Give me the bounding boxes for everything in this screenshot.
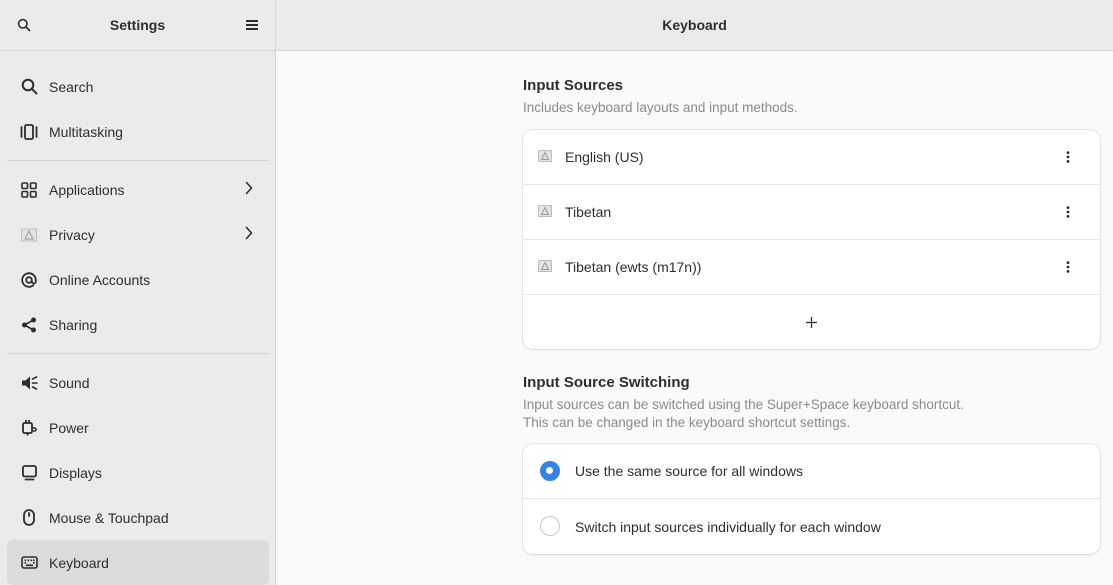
display-icon (20, 464, 38, 482)
speaker-icon (20, 374, 38, 392)
sidebar-item-power[interactable]: Power (7, 405, 269, 450)
sidebar-item-label: Sound (49, 374, 90, 391)
share-icon (20, 316, 38, 334)
at-sign-icon (20, 271, 38, 289)
sidebar-title: Settings (109, 17, 166, 33)
sidebar-item-label: Multitasking (49, 123, 123, 140)
sidebar-item-label: Keyboard (49, 554, 109, 571)
input-source-row[interactable]: English (US) (523, 130, 1100, 185)
kebab-menu-icon[interactable] (1058, 146, 1078, 168)
sidebar-separator (7, 160, 269, 161)
sidebar-nav: Search Multitasking Applications Privacy… (7, 64, 269, 585)
kebab-menu-icon[interactable] (1058, 256, 1078, 278)
applications-icon (20, 181, 38, 199)
sidebar-item-label: Mouse & Touchpad (49, 509, 169, 526)
add-input-source-button[interactable] (523, 295, 1100, 349)
input-source-row[interactable]: Tibetan (523, 185, 1100, 240)
sidebar-item-displays[interactable]: Displays (7, 450, 269, 495)
input-source-label: Tibetan (ewts (m17n)) (565, 259, 702, 275)
add-icon (805, 316, 818, 329)
input-source-switching-title: Input Source Switching (523, 374, 690, 391)
hamburger-menu-icon (246, 20, 258, 30)
switching-options-list: Use the same source for all windows Swit… (523, 444, 1100, 554)
switching-subtitle-line: Input sources can be switched using the … (523, 397, 964, 412)
sidebar-item-sound[interactable]: Sound (7, 360, 269, 405)
content-header: Keyboard (276, 0, 1113, 51)
sidebar-item-label: Applications (49, 181, 125, 198)
input-source-flag-icon (538, 150, 552, 162)
sidebar-item-online-accounts[interactable]: Online Accounts (7, 257, 269, 302)
sidebar-separator (7, 353, 269, 354)
switching-option-label: Switch input sources individually for ea… (575, 518, 881, 535)
search-icon (20, 78, 38, 96)
sidebar-item-label: Displays (49, 464, 102, 481)
sidebar-item-multitasking[interactable]: Multitasking (7, 109, 269, 154)
sidebar-header: Settings (0, 0, 275, 51)
page-title: Keyboard (662, 17, 727, 33)
sidebar: Settings Search Multitasking Application… (0, 0, 276, 585)
sidebar-item-label: Power (49, 419, 89, 436)
input-source-switching-subtitle: Input sources can be switched using the … (523, 396, 1100, 432)
sidebar-item-keyboard[interactable]: Keyboard (7, 540, 269, 585)
sidebar-item-label: Search (49, 78, 94, 95)
switching-subtitle-line: This can be changed in the keyboard shor… (523, 415, 851, 430)
sidebar-item-label: Privacy (49, 226, 95, 243)
input-source-flag-icon (538, 205, 552, 217)
input-source-flag-icon (538, 260, 552, 272)
input-sources-list: English (US) Tibetan Tibetan (ewts (m17n… (523, 130, 1100, 349)
sidebar-item-privacy[interactable]: Privacy (7, 212, 269, 257)
power-plug-icon (20, 419, 38, 437)
multitasking-icon (20, 123, 38, 141)
privacy-icon (20, 226, 38, 244)
sidebar-item-search[interactable]: Search (7, 64, 269, 109)
sidebar-item-applications[interactable]: Applications (7, 167, 269, 212)
chevron-right-icon (245, 226, 253, 243)
keyboard-panel: Input Sources Includes keyboard layouts … (523, 51, 1100, 554)
sidebar-item-label: Online Accounts (49, 271, 151, 288)
sidebar-item-label: Sharing (49, 316, 98, 333)
chevron-right-icon (245, 181, 253, 198)
radio-button-unchecked[interactable] (540, 516, 560, 536)
input-source-label: English (US) (565, 149, 644, 165)
sidebar-item-sharing[interactable]: Sharing (7, 302, 269, 347)
main-menu-button[interactable] (240, 13, 264, 37)
switching-option-label: Use the same source for all windows (575, 463, 803, 479)
settings-window: Settings Search Multitasking Application… (0, 0, 1113, 585)
input-sources-subtitle: Includes keyboard layouts and input meth… (523, 100, 798, 115)
kebab-menu-icon[interactable] (1058, 201, 1078, 223)
switching-option-per-window[interactable]: Switch input sources individually for ea… (523, 499, 1100, 554)
sidebar-item-mouse-touchpad[interactable]: Mouse & Touchpad (7, 495, 269, 540)
keyboard-icon (20, 554, 38, 572)
input-source-label: Tibetan (565, 204, 612, 220)
mouse-icon (20, 509, 38, 527)
input-source-row[interactable]: Tibetan (ewts (m17n)) (523, 240, 1100, 295)
input-sources-title: Input Sources (523, 77, 624, 94)
radio-button-checked[interactable] (540, 461, 560, 481)
switching-option-same-source[interactable]: Use the same source for all windows (523, 444, 1100, 499)
